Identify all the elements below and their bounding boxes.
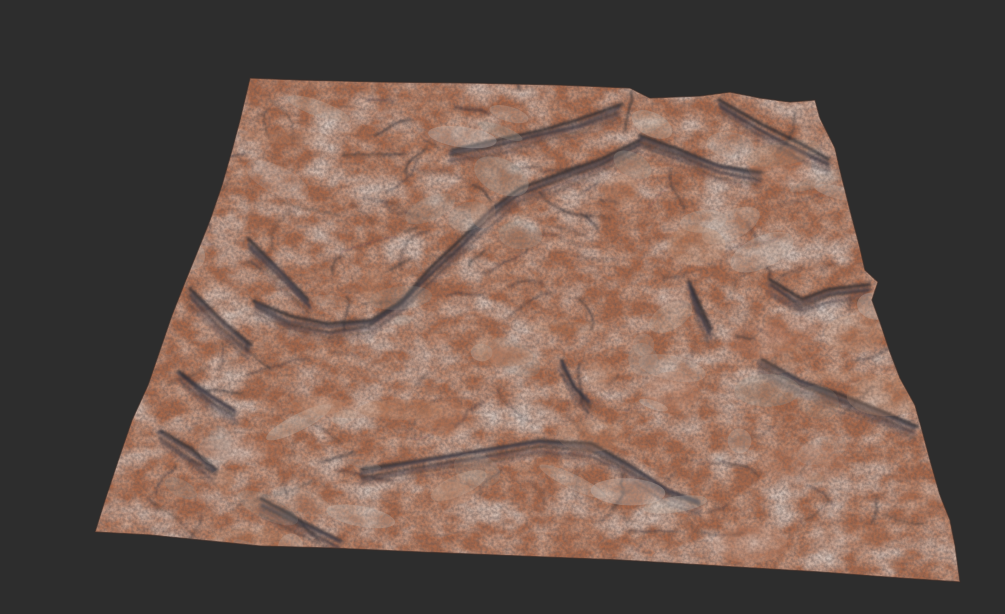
rust-patch <box>666 226 726 265</box>
erosion-crack <box>868 126 890 147</box>
rust-patch <box>712 524 788 563</box>
rust-patch <box>153 433 175 464</box>
terrain-surface <box>95 78 960 582</box>
rust-patch <box>209 526 287 555</box>
erosion-crack <box>610 555 619 582</box>
erosion-crack <box>121 117 144 156</box>
rust-patch <box>865 228 941 269</box>
rust-patch <box>198 307 242 337</box>
rust-patch <box>601 175 640 209</box>
erosion-crack <box>154 153 211 173</box>
stone-patch <box>883 120 911 139</box>
terrain-render[interactable] <box>0 0 1005 614</box>
rust-patch <box>357 399 443 420</box>
rust-patch <box>879 242 922 254</box>
rust-patch <box>512 461 560 477</box>
erosion-crack <box>909 245 950 253</box>
erosion-crack <box>162 89 177 128</box>
stone-patch <box>734 373 801 407</box>
erosion-crack <box>897 240 914 245</box>
erosion-crack <box>853 78 886 100</box>
erosion-crack <box>95 310 123 342</box>
rust-patch <box>887 177 917 211</box>
rust-patch <box>486 346 534 367</box>
rust-patch <box>209 469 234 492</box>
rust-patch <box>427 334 451 345</box>
rust-patch <box>197 437 283 463</box>
erosion-crack <box>125 236 179 261</box>
rust-patch <box>758 444 848 484</box>
erosion-crack <box>175 218 196 234</box>
erosion-crack <box>190 556 208 568</box>
rust-patch <box>883 168 945 184</box>
stone-patch <box>899 132 928 166</box>
rust-patch <box>898 479 941 515</box>
stone-patch <box>185 119 215 137</box>
rust-patch <box>846 374 927 417</box>
rust-patch <box>586 360 617 389</box>
rust-patch <box>723 323 793 359</box>
rust-patch <box>470 196 496 229</box>
rust-patch <box>525 320 611 335</box>
erosion-crack <box>903 290 930 303</box>
erosion-crack <box>915 356 933 359</box>
rust-patch <box>432 482 473 505</box>
rust-patch <box>240 130 329 144</box>
erosion-crack <box>849 155 908 172</box>
rust-patch <box>645 371 698 413</box>
rust-patch <box>650 291 691 309</box>
rust-patch <box>361 271 385 304</box>
rust-patch <box>557 420 626 452</box>
rust-patch <box>824 315 885 353</box>
rust-patch <box>805 370 874 382</box>
stone-patch <box>147 159 217 190</box>
rust-patch <box>809 523 896 551</box>
3d-viewport[interactable] <box>0 0 1005 614</box>
rust-patch <box>746 144 812 185</box>
stone-patch <box>886 208 918 221</box>
terrain-grain <box>95 78 960 582</box>
